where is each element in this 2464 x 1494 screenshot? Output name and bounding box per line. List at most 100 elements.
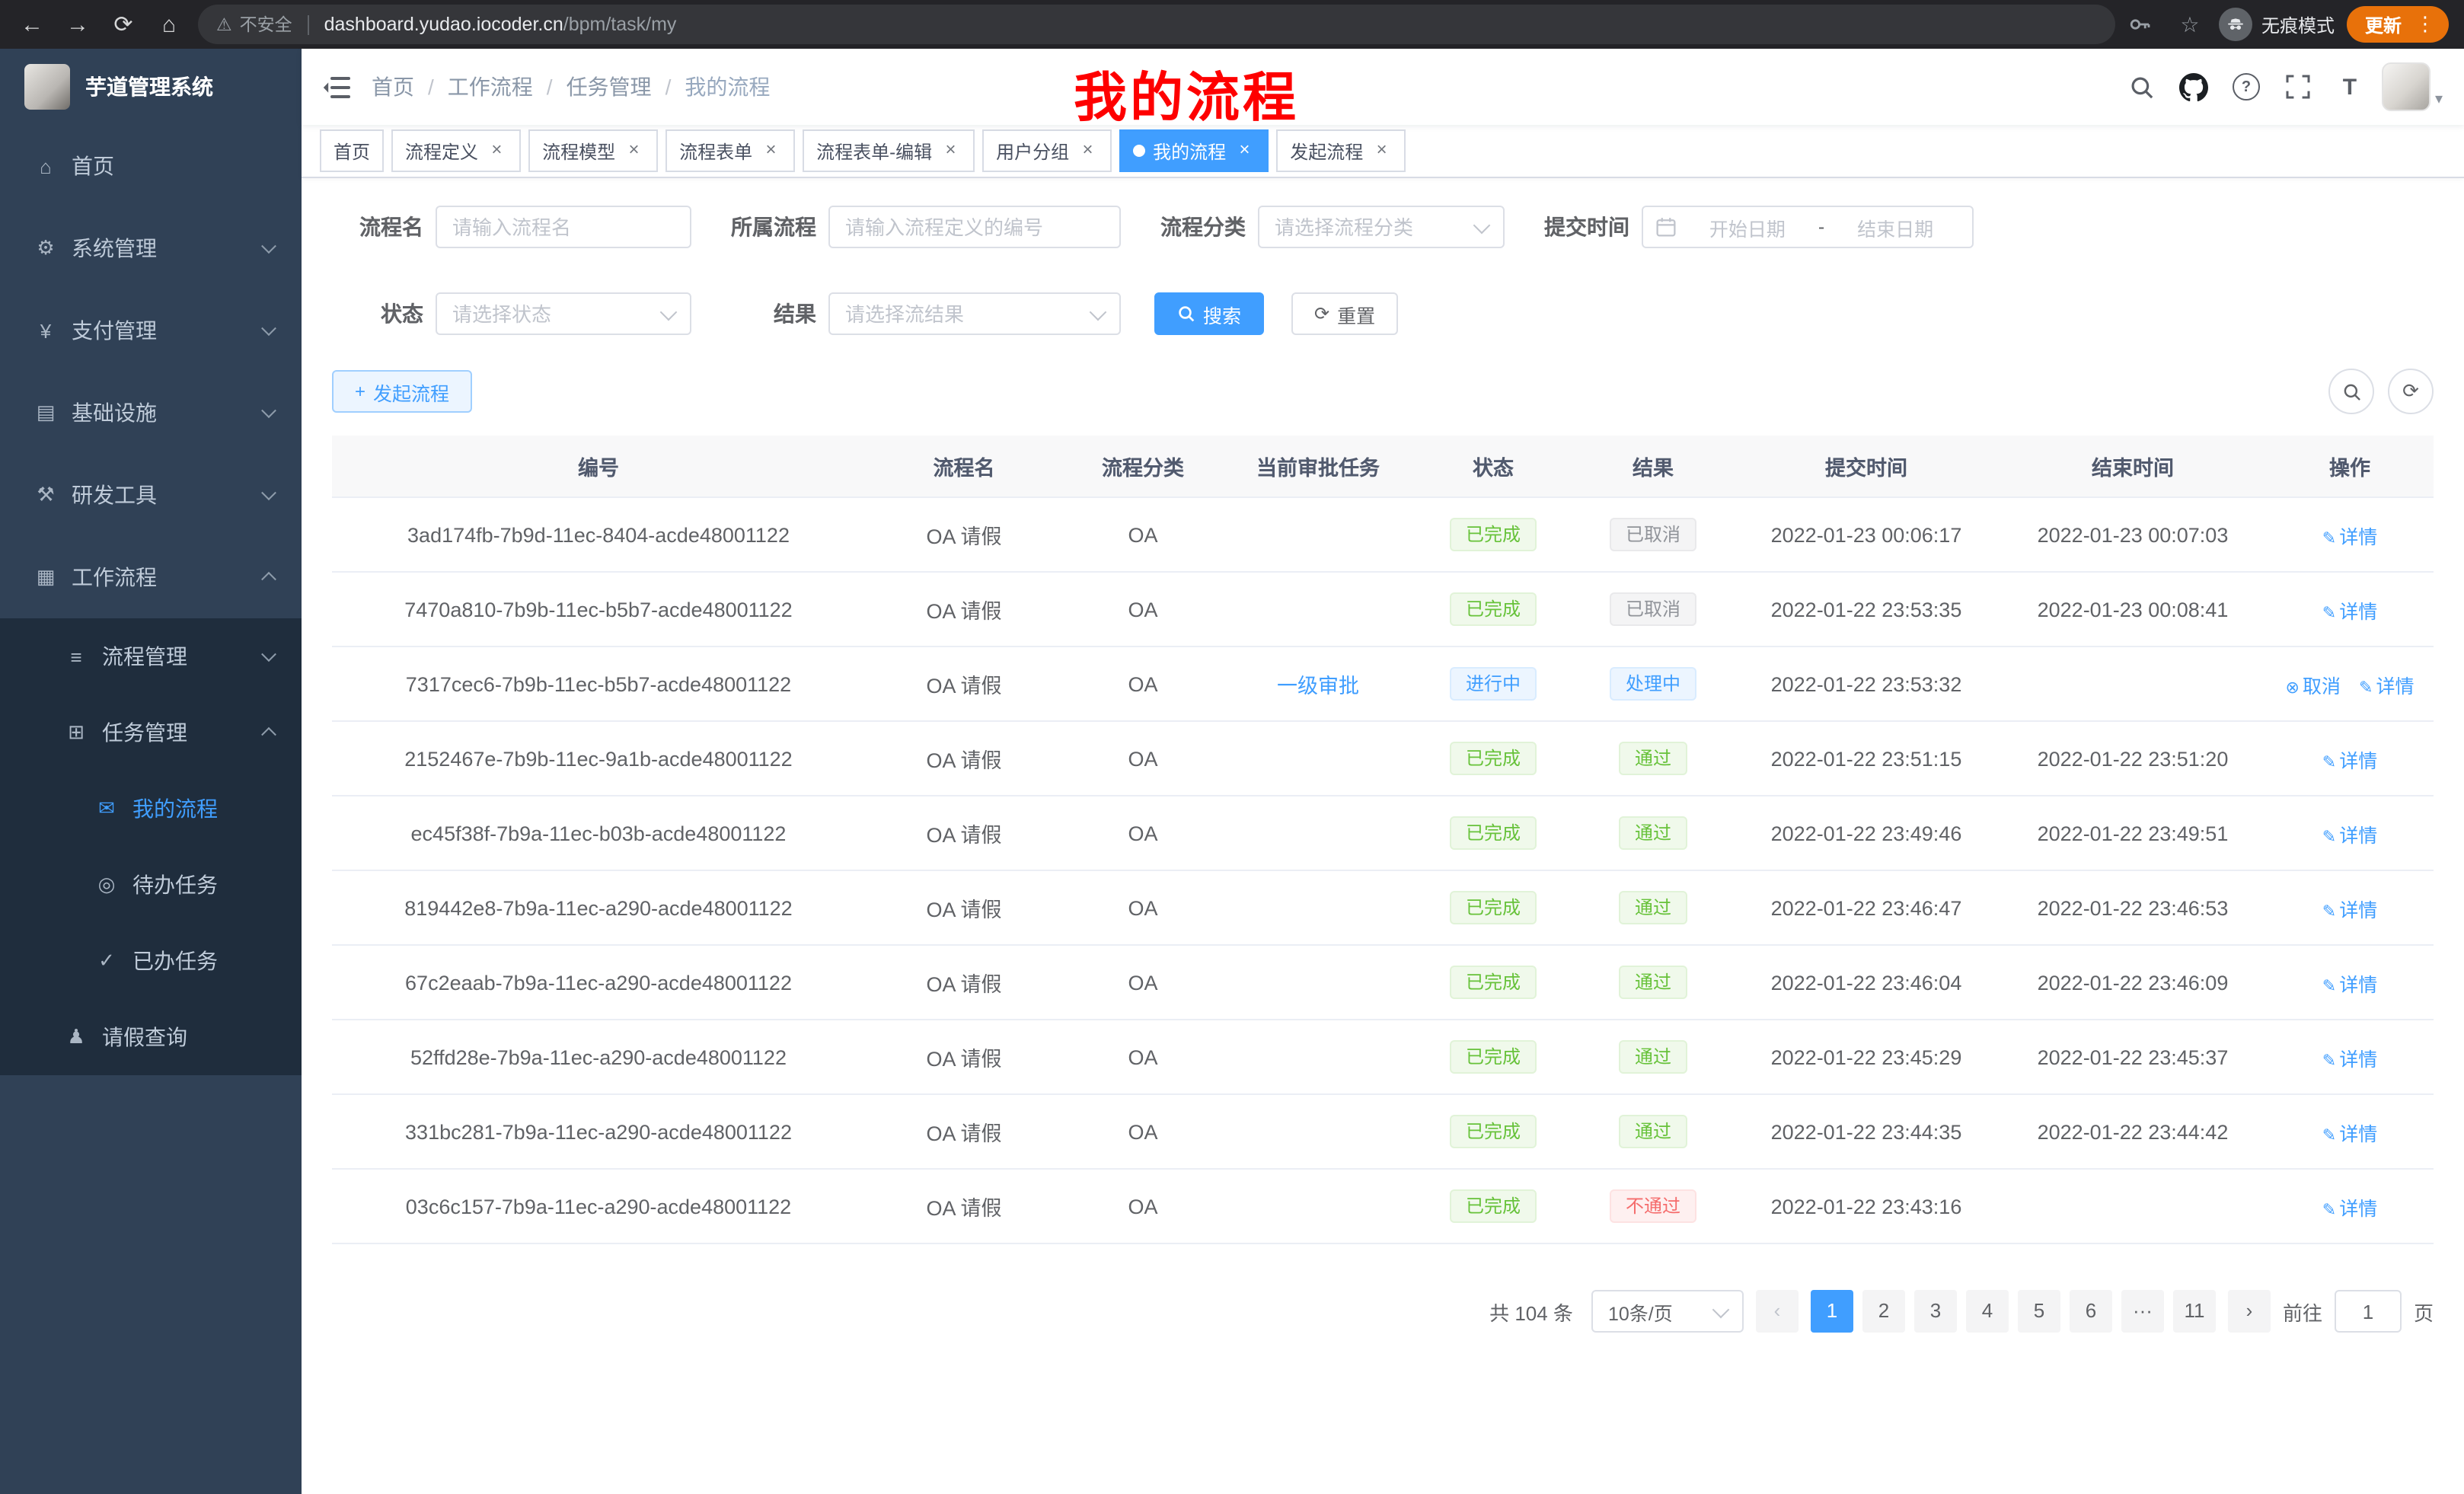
detail-link[interactable]: ✎详情 [2322,601,2377,622]
end-date-placeholder[interactable]: 结束日期 [1830,212,1960,241]
cell-process-name: OA 请假 [865,721,1063,796]
page-button-4[interactable]: 4 [1966,1290,2009,1333]
app-logo[interactable]: 芋道管理系统 [0,49,302,125]
search-icon[interactable] [2123,67,2162,107]
page-button-3[interactable]: 3 [1914,1290,1957,1333]
browser-forward-icon[interactable]: → [61,8,94,41]
date-range-picker[interactable]: 开始日期 - 结束日期 [1642,206,1974,248]
close-icon[interactable]: × [760,140,781,161]
result-badge: 已取消 [1610,592,1696,626]
status-select[interactable] [436,292,691,335]
close-icon[interactable]: × [1077,140,1098,161]
detail-link[interactable]: ✎详情 [2322,825,2377,846]
sidebar-item-payment-manage[interactable]: ¥支付管理 [0,289,302,372]
github-icon[interactable] [2175,67,2214,107]
password-key-icon[interactable] [2127,12,2161,37]
not-secure-badge[interactable]: ⚠ 不安全 [216,12,292,37]
breadcrumb-item-workflow[interactable]: 工作流程 [448,72,533,102]
result-select-input[interactable] [828,292,1121,335]
category-select[interactable] [1258,206,1505,248]
tab-用户分组[interactable]: 用户分组× [982,129,1112,172]
page-button-1[interactable]: 1 [1811,1290,1853,1333]
detail-link[interactable]: ✎详情 [2359,675,2414,697]
active-tab-dot-icon [1133,145,1145,157]
browser-reload-icon[interactable]: ⟳ [107,8,140,41]
incognito-badge[interactable]: 无痕模式 [2219,8,2335,41]
goto-page-input[interactable] [2335,1290,2402,1333]
process-def-input[interactable] [828,206,1121,248]
tab-我的流程[interactable]: 我的流程× [1119,129,1269,172]
sidebar-item-leave-query[interactable]: ♟请假查询 [0,999,302,1075]
detail-link[interactable]: ✎详情 [2322,899,2377,921]
detail-link[interactable]: ✎详情 [2322,1198,2377,1219]
category-select-input[interactable] [1258,206,1505,248]
sidebar-item-home[interactable]: ⌂首页 [0,125,302,207]
help-icon[interactable]: ? [2226,67,2266,107]
tab-流程定义[interactable]: 流程定义× [391,129,521,172]
cell-category: OA [1063,721,1223,796]
breadcrumb-item-task-manage[interactable]: 任务管理 [567,72,652,102]
browser-back-icon[interactable]: ← [15,8,49,41]
tab-首页[interactable]: 首页 [320,129,384,172]
detail-link[interactable]: ✎详情 [2322,750,2377,771]
detail-link[interactable]: ✎详情 [2322,1123,2377,1144]
status-select-input[interactable] [436,292,691,335]
tab-流程模型[interactable]: 流程模型× [528,129,658,172]
sidebar-item-infrastructure[interactable]: ▤基础设施 [0,372,302,454]
page-button-6[interactable]: 6 [2070,1290,2112,1333]
cell-id: 7317cec6-7b9b-11ec-b5b7-acde48001122 [332,646,865,721]
close-icon[interactable]: × [623,140,644,161]
close-icon[interactable]: × [1234,140,1255,161]
reset-button[interactable]: ⟳ 重置 [1291,292,1398,335]
navbar: 首页 / 工作流程 / 任务管理 / 我的流程 ? [302,49,2464,125]
breadcrumb-separator: / [547,75,553,99]
close-icon[interactable]: × [1371,140,1392,161]
cancel-link[interactable]: ⊗取消 [2286,675,2341,697]
sidebar-item-my-process[interactable]: ✉我的流程 [0,771,302,847]
browser-update-button[interactable]: 更新 ⋮ [2347,6,2449,43]
page-size-input[interactable] [1591,1290,1744,1333]
page-size-select[interactable] [1591,1290,1744,1333]
refresh-table-button[interactable]: ⟳ [2388,369,2434,414]
sidebar-item-dev-tools[interactable]: ⚒研发工具 [0,454,302,536]
avatar[interactable] [2382,62,2430,111]
search-button[interactable]: 搜索 [1154,292,1264,335]
tab-流程表单-编辑[interactable]: 流程表单-编辑× [803,129,975,172]
result-select[interactable] [828,292,1121,335]
start-date-placeholder[interactable]: 开始日期 [1683,212,1812,241]
browser-menu-icon[interactable]: ⋮ [2411,12,2440,37]
user-menu[interactable]: ▾ [2382,62,2443,111]
process-name-input[interactable] [436,206,691,248]
detail-link[interactable]: ✎详情 [2322,526,2377,547]
show-search-button[interactable] [2328,369,2374,414]
font-size-icon[interactable]: T [2330,67,2370,107]
detail-link[interactable]: ✎详情 [2322,974,2377,995]
close-icon[interactable]: × [486,140,507,161]
cell-end-time: 2022-01-23 00:07:03 [2000,497,2266,572]
start-process-button[interactable]: + 发起流程 [332,370,472,413]
page-button-2[interactable]: 2 [1862,1290,1905,1333]
page-button-5[interactable]: 5 [2018,1290,2060,1333]
next-page-button[interactable]: › [2228,1290,2271,1333]
tab-流程表单[interactable]: 流程表单× [665,129,795,172]
navbar-actions: ? T ▾ [2123,62,2464,111]
address-bar[interactable]: ⚠ 不安全 dashboard.yudao.iocoder.cn /bpm/ta… [198,5,2115,44]
tab-发起流程[interactable]: 发起流程× [1276,129,1406,172]
sidebar-item-system-manage[interactable]: ⚙系统管理 [0,207,302,289]
sidebar-item-todo-task[interactable]: ◎待办任务 [0,847,302,923]
browser-home-icon[interactable]: ⌂ [152,8,186,41]
sidebar-item-done-task[interactable]: ✓已办任务 [0,923,302,999]
sidebar-item-process-manage[interactable]: ≡流程管理 [0,618,302,694]
sidebar-item-task-manage[interactable]: ⊞任务管理 [0,694,302,771]
prev-page-button[interactable]: ‹ [1756,1290,1799,1333]
current-task-link[interactable]: 一级审批 [1277,675,1359,698]
fullscreen-icon[interactable] [2278,67,2318,107]
page-button-11[interactable]: 11 [2173,1290,2216,1333]
hamburger-icon[interactable] [302,75,372,98]
sidebar-item-workflow[interactable]: ▦工作流程 [0,536,302,618]
detail-link[interactable]: ✎详情 [2322,1049,2377,1070]
bookmark-star-icon[interactable]: ☆ [2173,11,2207,37]
close-icon[interactable]: × [940,140,961,161]
breadcrumb-item-home[interactable]: 首页 [372,72,414,102]
pagination-ellipsis[interactable]: ··· [2121,1290,2164,1333]
